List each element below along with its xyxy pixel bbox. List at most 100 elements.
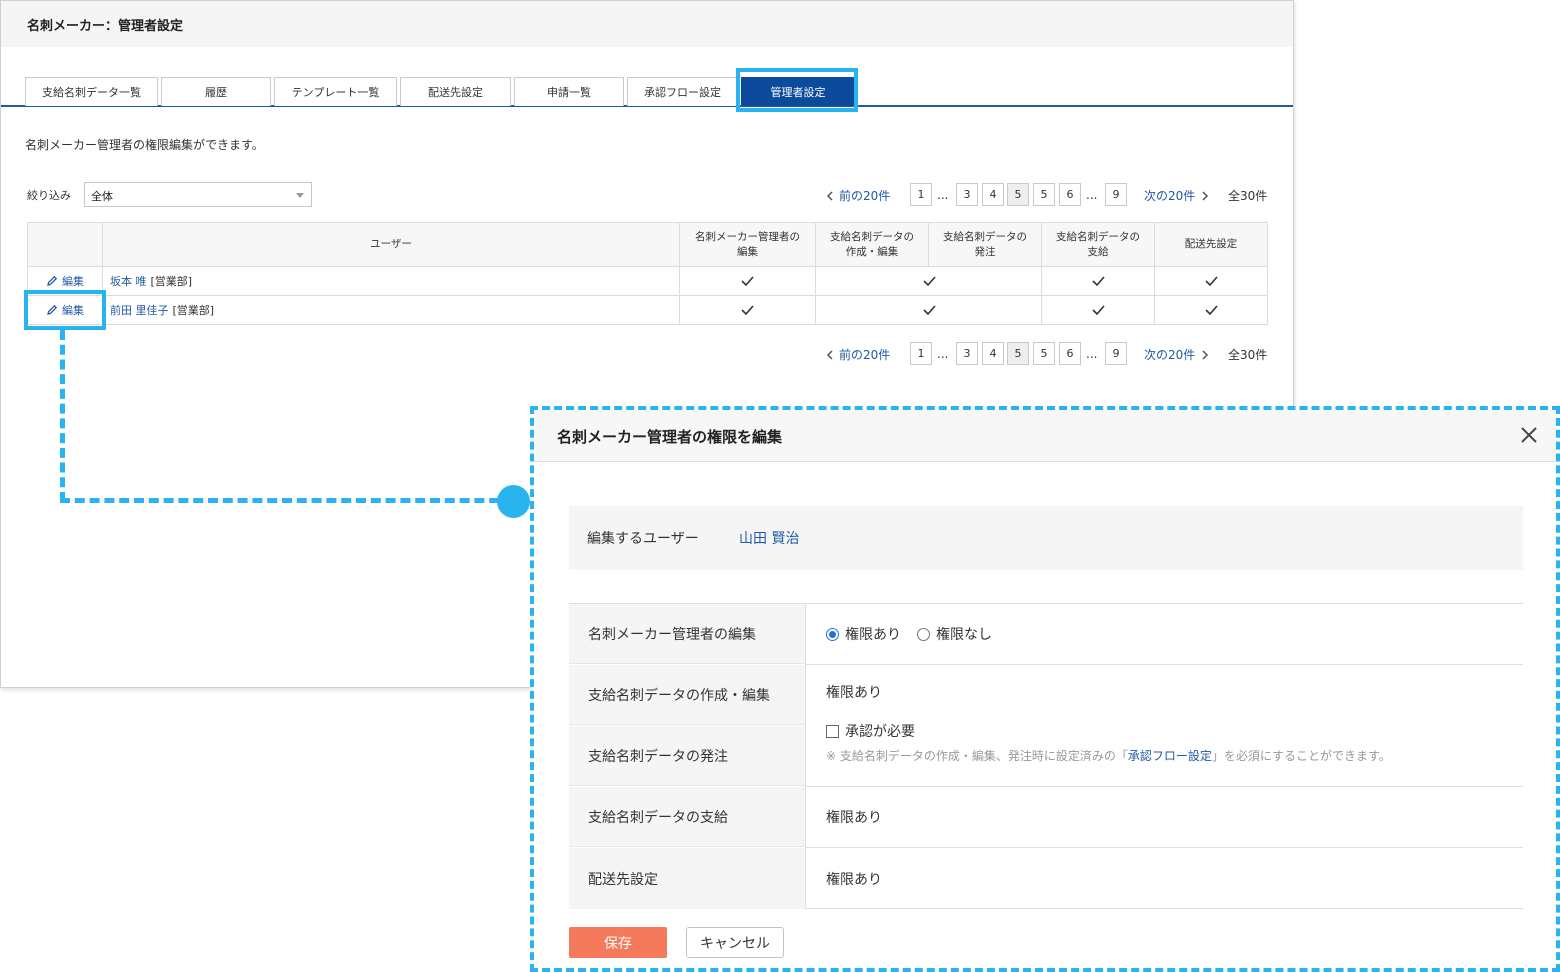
table-row-user: 坂本 唯 [営業部] (102, 266, 680, 296)
page-3[interactable]: 3 (956, 183, 978, 206)
tab-history[interactable]: 履歴 (161, 77, 271, 106)
pager-prev[interactable]: 前の20件 (826, 346, 890, 363)
perm-label-shipping: 配送先設定 (569, 848, 805, 909)
page-4[interactable]: 4 (982, 342, 1004, 365)
check-icon (1091, 276, 1105, 286)
permission-table: 名刺メーカー管理者の編集 権限あり 権限なし 支給名刺データの作成・編集 支給名… (569, 603, 1523, 909)
page-9[interactable]: 9 (1105, 183, 1127, 206)
page-1[interactable]: 1 (910, 342, 932, 365)
edit-button[interactable]: 編集 (46, 273, 84, 289)
pager-prev-label: 前の20件 (839, 189, 891, 203)
page-5[interactable]: 5 (1033, 183, 1055, 206)
table-header-create-edit: 支給名刺データの 作成・編集 (815, 222, 929, 267)
table-header-admin-edit: 名刺メーカー管理者の 編集 (679, 222, 816, 267)
chevron-right-icon (1202, 350, 1209, 360)
pager-prev[interactable]: 前の20件 (826, 187, 890, 204)
callout-connector-vertical (60, 330, 65, 502)
page-5[interactable]: 5 (1033, 342, 1055, 365)
approval-required-label: 承認が必要 (845, 724, 915, 740)
app-title: 名刺メーカー：管理者設定 (1, 1, 1293, 47)
approval-flow-link[interactable]: 承認フロー設定 (1128, 749, 1212, 763)
check-icon (922, 305, 936, 315)
cancel-button[interactable]: キャンセル (686, 927, 784, 958)
user-dept: [営業部] (150, 275, 193, 288)
check-icon (1204, 305, 1218, 315)
perm-label-order: 支給名刺データの発注 (569, 726, 805, 786)
pager-top: 前の20件 1 ... 3 4 5 5 6 ... 9 次の20件 全30件 (826, 183, 1276, 207)
caret-down-icon (296, 193, 304, 198)
perm-label-admin-edit: 名刺メーカー管理者の編集 (569, 604, 805, 664)
check-cell (1154, 266, 1268, 296)
chevron-right-icon (1202, 191, 1209, 201)
tab-approval-flow[interactable]: 承認フロー設定 (627, 77, 738, 106)
check-cell (815, 266, 1043, 296)
chevron-left-icon (826, 350, 833, 360)
perm-label-create-edit: 支給名刺データの作成・編集 (569, 665, 805, 725)
check-icon (922, 276, 936, 286)
active-tab-highlight (736, 68, 858, 112)
radio-no-permission[interactable]: 権限なし (917, 624, 992, 644)
dialog-header: 名刺メーカー管理者の権限を編集 (534, 410, 1556, 462)
approval-note: ※ 支給名刺データの作成・編集、発注時に設定済みの「承認フロー設定」を必須にする… (826, 747, 1523, 764)
perm-value-shipping: 権限あり (805, 848, 1523, 909)
radio-has-permission[interactable]: 権限あり (826, 624, 901, 644)
edit-button-highlight (24, 290, 106, 330)
pager-ellipsis: ... (937, 347, 949, 361)
pager-ellipsis: ... (937, 188, 949, 202)
page-1[interactable]: 1 (910, 183, 932, 206)
check-icon (1091, 305, 1105, 315)
table-header-supply: 支給名刺データの 支給 (1041, 222, 1155, 267)
close-icon[interactable] (1515, 421, 1543, 449)
table-header-edit (27, 222, 103, 267)
page-4[interactable]: 4 (982, 183, 1004, 206)
save-button[interactable]: 保存 (569, 927, 667, 958)
checkbox-icon (826, 725, 839, 738)
filter-select[interactable]: 全体 (84, 182, 312, 207)
page-3[interactable]: 3 (956, 342, 978, 365)
target-user-label: 編集するユーザー (587, 531, 699, 547)
pencil-icon (47, 275, 58, 286)
user-name-link[interactable]: 前田 里佳子 (110, 302, 169, 318)
pager-next[interactable]: 次の20件 (1144, 346, 1209, 363)
page-5-current[interactable]: 5 (1007, 342, 1029, 365)
approval-required-option[interactable]: 承認が必要 (826, 721, 1523, 741)
page-6[interactable]: 6 (1059, 183, 1081, 206)
page-6[interactable]: 6 (1059, 342, 1081, 365)
tab-requests[interactable]: 申請一覧 (514, 77, 624, 106)
pager-total: 全30件 (1228, 348, 1268, 362)
edit-label: 編集 (62, 275, 84, 288)
page-description: 名刺メーカー管理者の権限編集ができます。 (25, 138, 264, 152)
pager-next-label: 次の20件 (1144, 348, 1196, 362)
tab-bar: 支給名刺データ一覧 履歴 テンプレート一覧 配送先設定 申請一覧 承認フロー設定… (1, 73, 1293, 107)
pager-next-label: 次の20件 (1144, 189, 1196, 203)
radio-yes-label: 権限あり (845, 627, 901, 643)
pager-next[interactable]: 次の20件 (1144, 187, 1209, 204)
filter-value: 全体 (91, 190, 113, 203)
check-cell (1041, 266, 1155, 296)
check-icon (741, 276, 754, 286)
tab-shipping[interactable]: 配送先設定 (400, 77, 511, 106)
note-suffix: 」を必須にすることができます。 (1211, 749, 1391, 763)
callout-connector-horizontal (60, 498, 514, 503)
table-row-user: 前田 里佳子 [営業部] (102, 295, 680, 325)
page-9[interactable]: 9 (1105, 342, 1127, 365)
target-user-name[interactable]: 山田 賢治 (739, 528, 799, 548)
note-prefix: ※ 支給名刺データの作成・編集、発注時に設定済みの「 (826, 749, 1128, 763)
check-cell (679, 266, 816, 296)
page-5-current[interactable]: 5 (1007, 183, 1029, 206)
user-dept: [営業部] (172, 304, 215, 317)
perm-create-edit-value: 権限あり (826, 685, 882, 701)
table-header-user: ユーザー (102, 222, 680, 267)
check-cell (815, 295, 1043, 325)
check-cell (679, 295, 816, 325)
pager-prev-label: 前の20件 (839, 348, 891, 362)
check-cell (1154, 295, 1268, 325)
radio-checked-icon (826, 627, 839, 641)
user-name-link[interactable]: 坂本 唯 (110, 273, 147, 289)
perm-value-supply: 権限あり (805, 787, 1523, 848)
tab-template-list[interactable]: テンプレート一覧 (274, 77, 397, 106)
tab-card-list[interactable]: 支給名刺データ一覧 (25, 77, 158, 106)
callout-dot (497, 485, 530, 518)
perm-label-supply: 支給名刺データの支給 (569, 787, 805, 847)
edit-permission-dialog: 名刺メーカー管理者の権限を編集 編集するユーザー 山田 賢治 名刺メーカー管理者… (530, 406, 1560, 972)
